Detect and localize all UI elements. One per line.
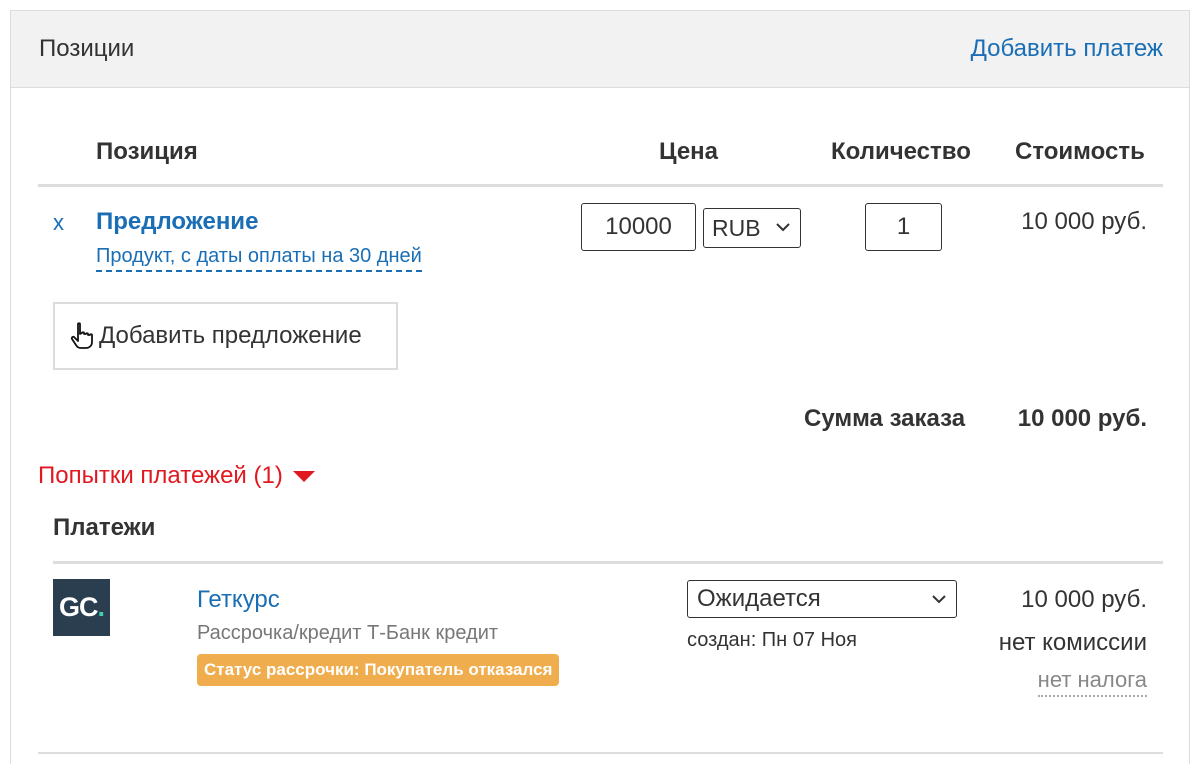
table-header-divider: [38, 184, 1163, 187]
payment-status-value: Ожидается: [697, 585, 821, 612]
payment-attempts-label: Попытки платежей (1): [38, 462, 283, 489]
bottom-divider: [38, 752, 1163, 754]
payment-attempts-toggle[interactable]: Попытки платежей (1): [38, 462, 315, 490]
column-header-cost: Стоимость: [1015, 138, 1145, 165]
add-offer-label: Добавить предложение: [99, 322, 362, 349]
getcourse-logo: GC.: [53, 579, 110, 636]
payment-description: Рассрочка/кредит Т-Банк кредит: [197, 622, 499, 644]
remove-offer-button[interactable]: x: [53, 210, 64, 236]
payment-commission: нет комиссии: [998, 629, 1147, 656]
payment-provider-link[interactable]: Геткурс: [197, 586, 280, 614]
currency-value: RUB: [712, 215, 761, 241]
price-input[interactable]: [581, 203, 696, 251]
chevron-down-icon: [932, 595, 946, 604]
panel-header: Позиции Добавить платеж: [11, 11, 1189, 88]
quantity-input[interactable]: [865, 203, 942, 251]
payments-divider: [53, 561, 1163, 564]
pointing-hand-icon: [70, 322, 93, 349]
add-payment-link[interactable]: Добавить платеж: [971, 35, 1163, 63]
row-cost: 10 000 руб.: [1021, 208, 1147, 235]
payment-amount: 10 000 руб.: [1021, 586, 1147, 613]
chevron-down-icon: [776, 223, 790, 232]
logo-text: GC: [58, 592, 98, 622]
column-header-quantity: Количество: [831, 138, 971, 165]
column-header-price: Цена: [659, 138, 719, 165]
logo-dot: .: [97, 592, 104, 622]
triangle-down-icon: [292, 470, 315, 482]
order-sum-value: 10 000 руб.: [1017, 405, 1147, 432]
payment-tax-link[interactable]: нет налога: [1037, 667, 1147, 697]
payment-status-select[interactable]: Ожидается: [687, 580, 957, 618]
offer-title-link[interactable]: Предложение: [96, 208, 258, 236]
panel-title: Позиции: [39, 35, 135, 62]
installment-status-badge: Статус рассрочки: Покупатель отказался: [197, 654, 560, 686]
offer-subtitle-link[interactable]: Продукт, с даты оплаты на 30 дней: [96, 244, 422, 272]
payment-created-date: создан: Пн 07 Ноя: [687, 629, 857, 651]
payments-title: Платежи: [53, 514, 156, 541]
order-sum-label: Сумма заказа: [804, 405, 966, 432]
add-offer-button[interactable]: Добавить предложение: [53, 302, 398, 370]
column-header-position: Позиция: [96, 138, 198, 165]
currency-select[interactable]: RUB: [703, 208, 801, 248]
